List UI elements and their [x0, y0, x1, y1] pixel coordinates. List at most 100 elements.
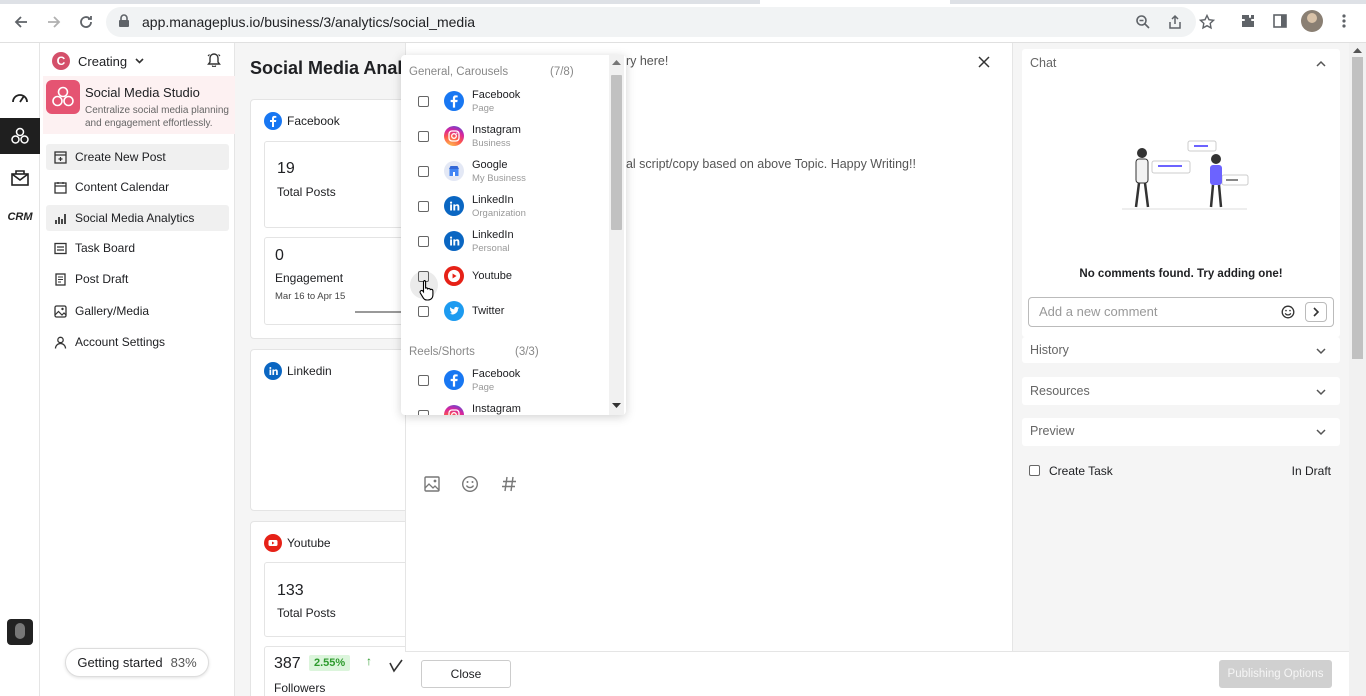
lock-icon[interactable]	[118, 14, 130, 33]
forward-icon[interactable]	[42, 10, 66, 34]
url-text[interactable]: app.manageplus.io/business/3/analytics/s…	[142, 14, 475, 30]
youtube-card-header: Youtube	[264, 534, 331, 552]
zoom-icon[interactable]	[1135, 14, 1153, 32]
menu-task-board[interactable]: Task Board	[46, 235, 229, 261]
chevron-right-icon	[1312, 307, 1319, 317]
menu-account-settings[interactable]: Account Settings	[46, 329, 229, 355]
emoji-icon[interactable]	[461, 475, 479, 493]
option-name: Facebook	[472, 368, 521, 380]
notification-bell-icon[interactable]	[207, 52, 221, 72]
option-checkbox[interactable]	[418, 96, 429, 107]
followers-stat: 387 2.55% ↑ Followers	[264, 646, 405, 696]
menu-gallery-media[interactable]: Gallery/Media	[46, 298, 229, 324]
total-posts-value: 19	[277, 160, 295, 177]
option-checkbox[interactable]	[418, 236, 429, 247]
reload-icon[interactable]	[74, 10, 98, 34]
dashboard-gauge-icon[interactable]	[0, 79, 40, 115]
preview-section[interactable]: Preview	[1022, 418, 1340, 446]
user-avatar[interactable]	[7, 619, 33, 645]
option-linkedin-personal[interactable]: LinkedIn Personal	[401, 224, 609, 258]
side-panel-icon[interactable]	[1269, 10, 1291, 32]
calendar-icon	[54, 181, 67, 194]
profile-avatar[interactable]	[1301, 10, 1323, 32]
bookmark-star-icon[interactable]	[1198, 13, 1217, 32]
workspace-badge: C	[52, 52, 70, 70]
youtube-total-posts-stat: 133 Total Posts	[264, 562, 405, 637]
option-name: LinkedIn	[472, 194, 514, 206]
history-section[interactable]: History	[1022, 337, 1340, 363]
date-range: Mar 16 to Apr 15	[275, 291, 346, 302]
menu-create-new-post[interactable]: Create New Post	[46, 144, 229, 170]
dropdown-scroll-thumb[interactable]	[611, 75, 622, 230]
option-checkbox[interactable]	[418, 131, 429, 142]
share-icon[interactable]	[1167, 14, 1185, 32]
group-count: (3/3)	[515, 346, 539, 358]
more-menu-icon[interactable]	[1333, 10, 1355, 32]
mail-campaign-icon[interactable]	[0, 160, 40, 196]
menu-post-draft[interactable]: Post Draft	[46, 266, 229, 292]
engagement-stat: 0 Engagement Mar 16 to Apr 15	[264, 237, 405, 325]
facebook-icon	[444, 91, 464, 111]
emoji-icon[interactable]	[1281, 305, 1295, 324]
option-checkbox[interactable]	[418, 201, 429, 212]
option-reels-facebook-page[interactable]: Facebook Page	[401, 363, 609, 397]
scroll-up-arrow-icon[interactable]	[1353, 47, 1362, 53]
close-button[interactable]: Close	[421, 660, 511, 688]
workspace-switcher[interactable]: C Creating	[52, 51, 144, 71]
followers-value: 387	[274, 655, 301, 672]
instagram-icon	[444, 405, 464, 415]
resources-section[interactable]: Resources	[1022, 377, 1340, 405]
option-linkedin-organization[interactable]: LinkedIn Organization	[401, 189, 609, 223]
option-facebook-page[interactable]: Facebook Page	[401, 84, 609, 118]
analytics-panel: Social Media Anal Facebook 19 Total Post…	[235, 43, 405, 696]
followers-label: Followers	[274, 681, 326, 695]
back-icon[interactable]	[9, 10, 33, 34]
extensions-icon[interactable]	[1237, 10, 1259, 32]
getting-started-button[interactable]: Getting started 83%	[65, 648, 209, 677]
option-google-my-business[interactable]: Google My Business	[401, 154, 609, 188]
option-checkbox[interactable]	[418, 375, 429, 386]
option-reels-instagram[interactable]: Instagram	[401, 398, 609, 415]
linkedin-icon	[444, 196, 464, 216]
send-comment-button[interactable]	[1305, 302, 1327, 322]
scroll-down-arrow-icon[interactable]	[612, 403, 621, 409]
social-studio-icon[interactable]	[0, 118, 40, 154]
twitter-icon	[444, 301, 464, 321]
followers-sparkline	[389, 659, 403, 673]
crm-icon[interactable]: CRM	[0, 199, 40, 235]
option-instagram-business[interactable]: Instagram Business	[401, 119, 609, 153]
option-name: Instagram	[472, 124, 521, 136]
menu-content-calendar[interactable]: Content Calendar	[46, 174, 229, 200]
option-subtitle: Page	[472, 382, 495, 393]
create-task-checkbox[interactable]	[1029, 465, 1040, 476]
menu-label: Post Draft	[75, 272, 129, 286]
option-checkbox[interactable]	[418, 166, 429, 177]
youtube-card-title: Youtube	[287, 536, 331, 550]
hashtag-icon[interactable]	[500, 475, 518, 493]
page-scroll-thumb[interactable]	[1352, 57, 1363, 359]
close-icon[interactable]	[978, 55, 994, 71]
editor-footer: Close Publishing Options	[405, 651, 1349, 696]
chat-title[interactable]: Chat	[1030, 56, 1056, 70]
address-bar[interactable]: app.manageplus.io/business/3/analytics/s…	[106, 7, 1216, 37]
option-checkbox[interactable]	[418, 410, 429, 415]
menu-social-media-analytics[interactable]: Social Media Analytics	[46, 205, 229, 231]
engagement-label: Engagement	[275, 271, 344, 285]
comment-input[interactable]	[1039, 304, 1269, 319]
menu-label: Content Calendar	[75, 180, 170, 194]
image-upload-icon[interactable]	[423, 475, 441, 493]
script-placeholder[interactable]: nal script/copy based on above Topic. Ha…	[619, 157, 916, 171]
group-count: (7/8)	[550, 66, 574, 78]
publishing-options-button[interactable]: Publishing Options	[1219, 660, 1332, 688]
chevron-up-icon[interactable]	[1316, 59, 1326, 69]
crm-label: CRM	[7, 211, 33, 223]
facebook-icon	[264, 112, 282, 130]
create-task-row: Create Task In Draft	[1022, 459, 1340, 483]
dropdown-scrollbar[interactable]	[609, 55, 624, 415]
summary-placeholder[interactable]: ary here!	[619, 54, 668, 68]
scroll-up-arrow-icon[interactable]	[612, 59, 621, 65]
page-scrollbar[interactable]	[1349, 43, 1366, 696]
active-tab[interactable]	[760, 0, 950, 4]
create-task-label[interactable]: Create Task	[1049, 464, 1113, 478]
option-checkbox[interactable]	[418, 306, 429, 317]
